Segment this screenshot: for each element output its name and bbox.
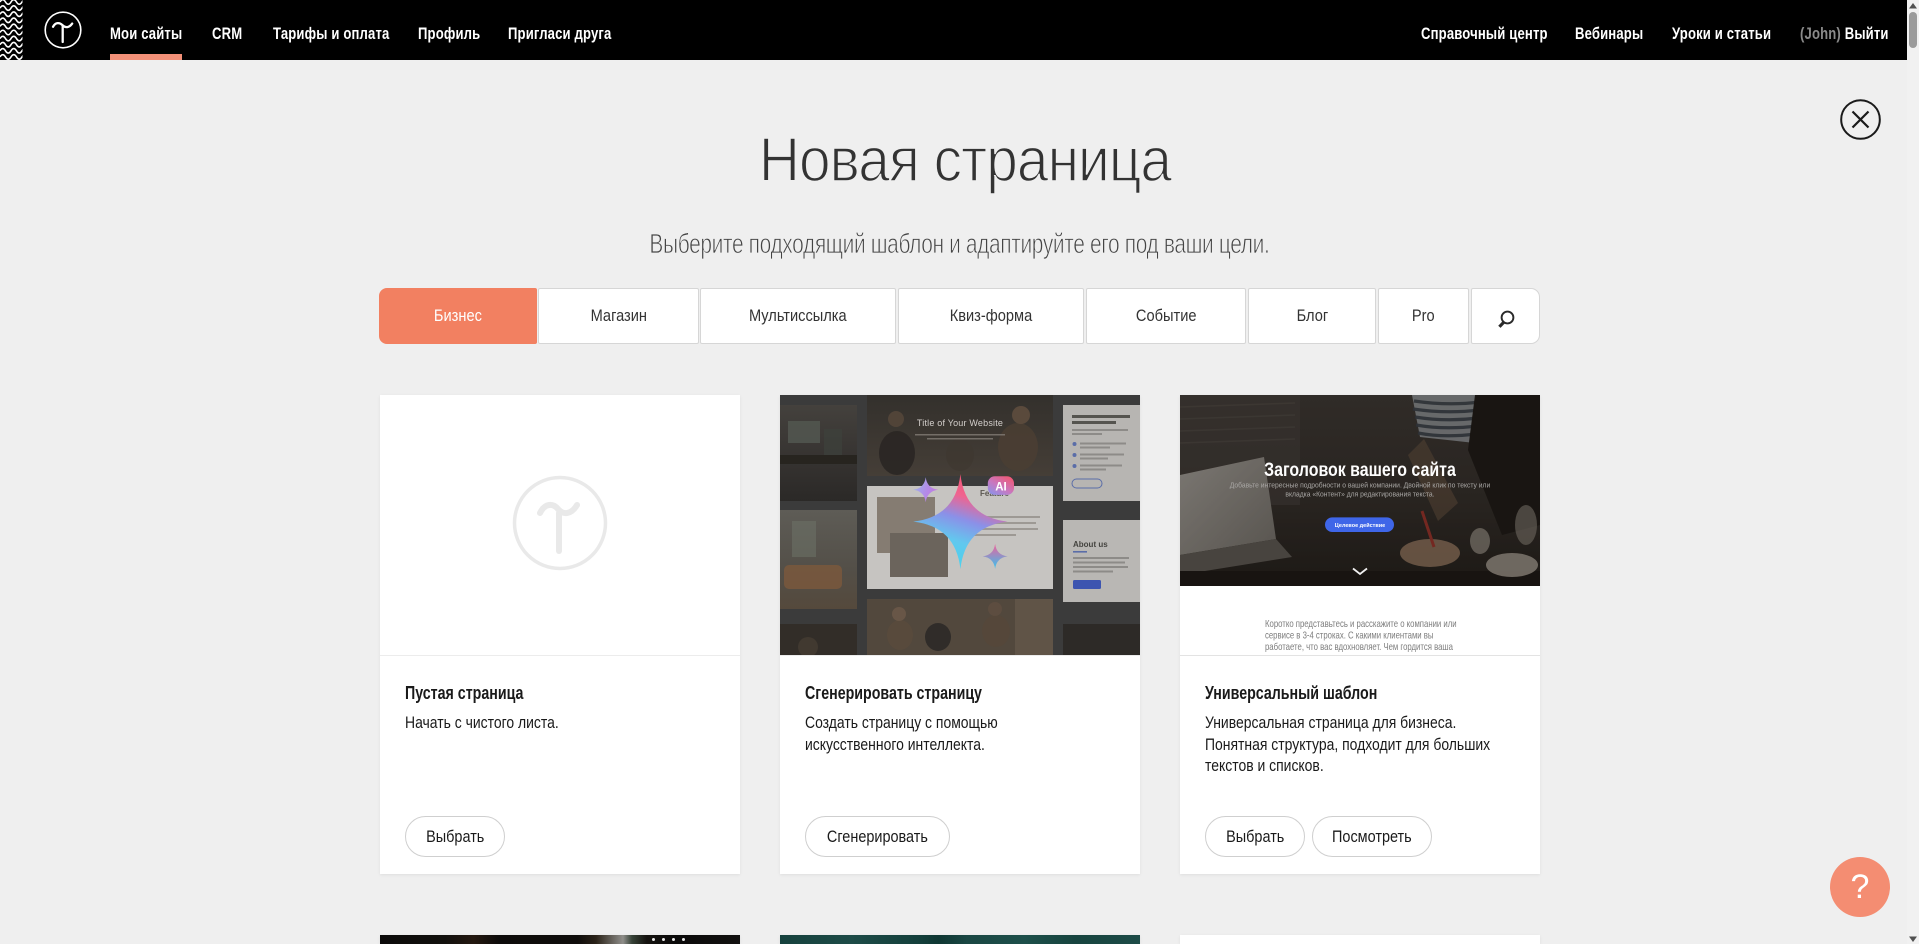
svg-text:Добавьте интересные подробност: Добавьте интересные подробности о вашей … xyxy=(1230,481,1490,489)
svg-text:вкладка «Контент» для редактир: вкладка «Контент» для редактирования тек… xyxy=(1285,490,1434,498)
svg-text:сервисе в 3-4 строках. С каким: сервисе в 3-4 строках. С какими клиентам… xyxy=(1265,629,1433,640)
svg-text:AI: AI xyxy=(995,481,1007,493)
svg-text:Title of Your Website: Title of Your Website xyxy=(917,418,1003,428)
svg-text:Заголовок вашего сайта: Заголовок вашего сайта xyxy=(1264,459,1456,481)
svg-text:Целевое действие: Целевое действие xyxy=(1335,522,1385,529)
svg-text:Коротко представьтесь и расска: Коротко представьтесь и расскажите о ком… xyxy=(1265,618,1457,629)
svg-text:About us: About us xyxy=(1073,540,1108,549)
svg-text:работаете, что вас вдохновляет: работаете, что вас вдохновляет. Чем горд… xyxy=(1265,641,1454,652)
